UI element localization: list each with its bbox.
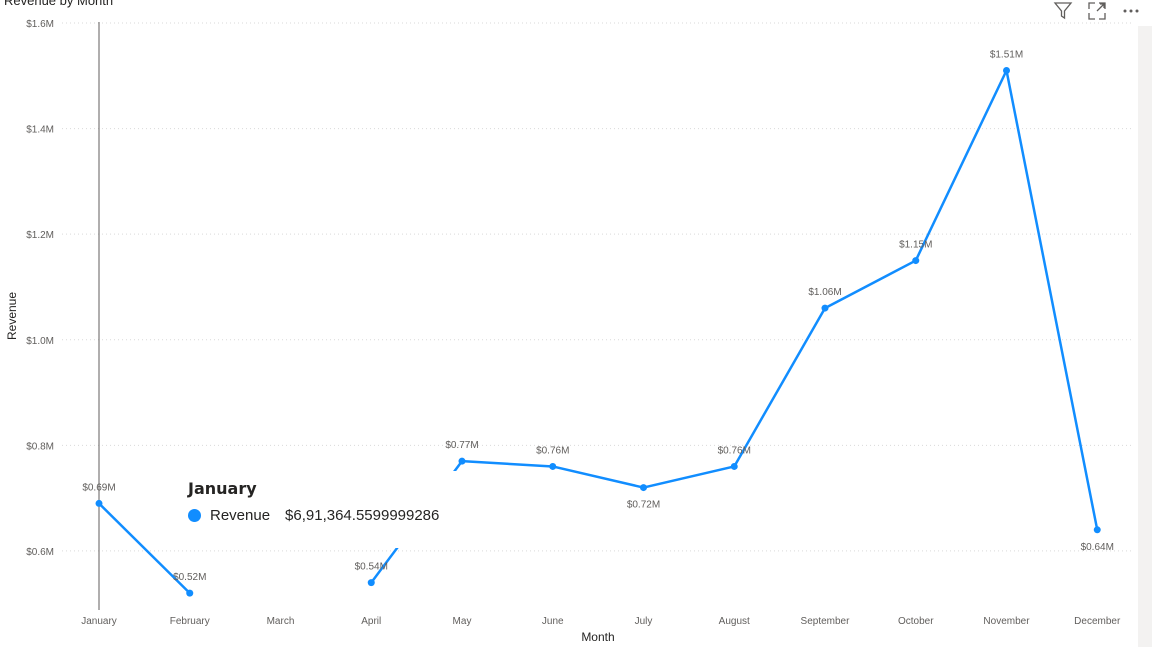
data-label: $0.52M bbox=[173, 572, 206, 583]
y-tick-label: $0.8M bbox=[26, 441, 54, 452]
line-chart: $0.6M $0.8M $1.0M $1.2M $1.4M $1.6M January Fe… bbox=[5, 19, 1132, 644]
data-label: $0.54M bbox=[355, 562, 388, 573]
x-axis-ticks: January February March April May June July Augu… bbox=[81, 616, 1121, 627]
data-point[interactable] bbox=[730, 462, 738, 470]
tooltip-series-name: Revenue bbox=[210, 507, 271, 524]
x-tick-label: September bbox=[801, 616, 851, 627]
data-point[interactable] bbox=[95, 499, 103, 507]
data-point[interactable] bbox=[186, 589, 194, 597]
y-tick-label: $1.0M bbox=[26, 336, 54, 347]
y-axis-title: Revenue bbox=[5, 292, 19, 340]
data-label: $0.69M bbox=[82, 482, 115, 493]
x-tick-label: January bbox=[81, 616, 117, 627]
y-tick-label: $1.6M bbox=[26, 19, 54, 30]
data-label: $0.76M bbox=[718, 445, 751, 456]
x-tick-label: December bbox=[1074, 616, 1121, 627]
data-point[interactable] bbox=[367, 579, 375, 587]
tooltip: January Revenue $6,91,364.5599999286 bbox=[180, 471, 470, 548]
x-axis-title: Month bbox=[581, 630, 614, 644]
x-tick-label: August bbox=[719, 616, 750, 627]
data-point[interactable] bbox=[640, 484, 647, 492]
data-label: $1.51M bbox=[990, 50, 1023, 61]
x-tick-label: March bbox=[267, 616, 295, 627]
data-point[interactable] bbox=[549, 462, 557, 470]
y-tick-label: $0.6M bbox=[26, 547, 54, 558]
tooltip-value: $6,91,364.5599999286 bbox=[285, 507, 440, 524]
x-tick-label: June bbox=[542, 616, 564, 627]
x-tick-label: April bbox=[361, 616, 381, 627]
y-tick-label: $1.2M bbox=[26, 230, 54, 241]
data-label: $0.76M bbox=[536, 445, 569, 456]
data-point[interactable] bbox=[821, 304, 829, 312]
x-tick-label: May bbox=[453, 616, 472, 627]
data-point[interactable] bbox=[912, 257, 920, 265]
series-color-dot bbox=[188, 509, 201, 522]
data-label: $0.64M bbox=[1081, 542, 1114, 553]
data-label: $1.06M bbox=[808, 287, 841, 298]
data-point[interactable] bbox=[1093, 526, 1101, 534]
x-tick-label: February bbox=[170, 616, 210, 627]
data-point[interactable] bbox=[458, 457, 466, 465]
data-label: $0.77M bbox=[445, 440, 478, 451]
x-tick-label: July bbox=[635, 616, 653, 627]
x-tick-label: October bbox=[898, 616, 934, 627]
tooltip-title: January bbox=[188, 479, 257, 498]
x-tick-label: November bbox=[983, 616, 1030, 627]
data-label: $1.15M bbox=[899, 240, 932, 251]
data-point[interactable] bbox=[1003, 67, 1010, 75]
data-label: $0.72M bbox=[627, 500, 660, 511]
y-tick-label: $1.4M bbox=[26, 125, 54, 136]
tooltip-row: Revenue $6,91,364.5599999286 bbox=[188, 507, 439, 524]
scroll-area-edge bbox=[1138, 26, 1152, 647]
y-axis-ticks: $0.6M $0.8M $1.0M $1.2M $1.4M $1.6M bbox=[26, 19, 54, 558]
